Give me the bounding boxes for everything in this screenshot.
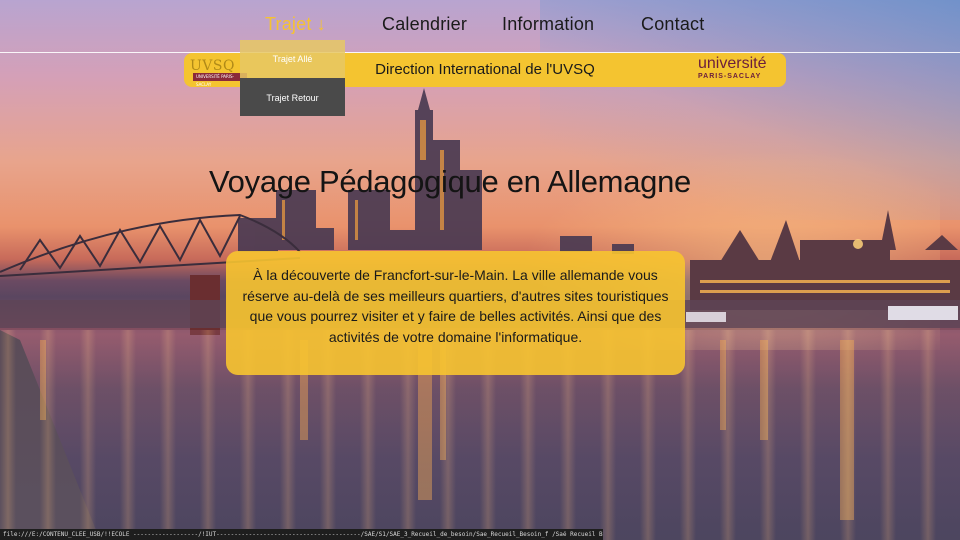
paris-saclay-logo-line2: PARIS-SACLAY xyxy=(698,73,762,80)
arrow-down-icon: ↓ xyxy=(316,14,326,34)
nav-calendrier[interactable]: Calendrier xyxy=(382,14,467,35)
page-title: Voyage Pédagogique en Allemagne xyxy=(209,164,691,199)
nav-contact[interactable]: Contact xyxy=(641,14,704,35)
paris-saclay-logo[interactable]: université PARIS-SACLAY xyxy=(698,56,772,84)
description-card: À la découverte de Francfort-sur-le-Main… xyxy=(226,251,685,375)
nav-trajet[interactable]: Trajet ↓ xyxy=(265,14,326,35)
nav-information[interactable]: Information xyxy=(502,14,594,35)
paris-saclay-logo-line1: université xyxy=(698,55,767,72)
dropdown-item-trajet-alle[interactable]: Trajet Allé xyxy=(240,40,345,78)
dropdown-item-trajet-retour[interactable]: Trajet Retour xyxy=(240,78,345,116)
description-text: À la découverte de Francfort-sur-le-Main… xyxy=(242,267,669,345)
top-nav: Trajet ↓ Calendrier Information Contact xyxy=(0,0,960,53)
trajet-dropdown: Trajet Allé Trajet Retour xyxy=(240,40,345,116)
browser-status-url: file:///E:/CONTENU_CLEE_USB/!!ECOLE ----… xyxy=(0,529,603,540)
nav-trajet-label: Trajet xyxy=(265,14,312,34)
